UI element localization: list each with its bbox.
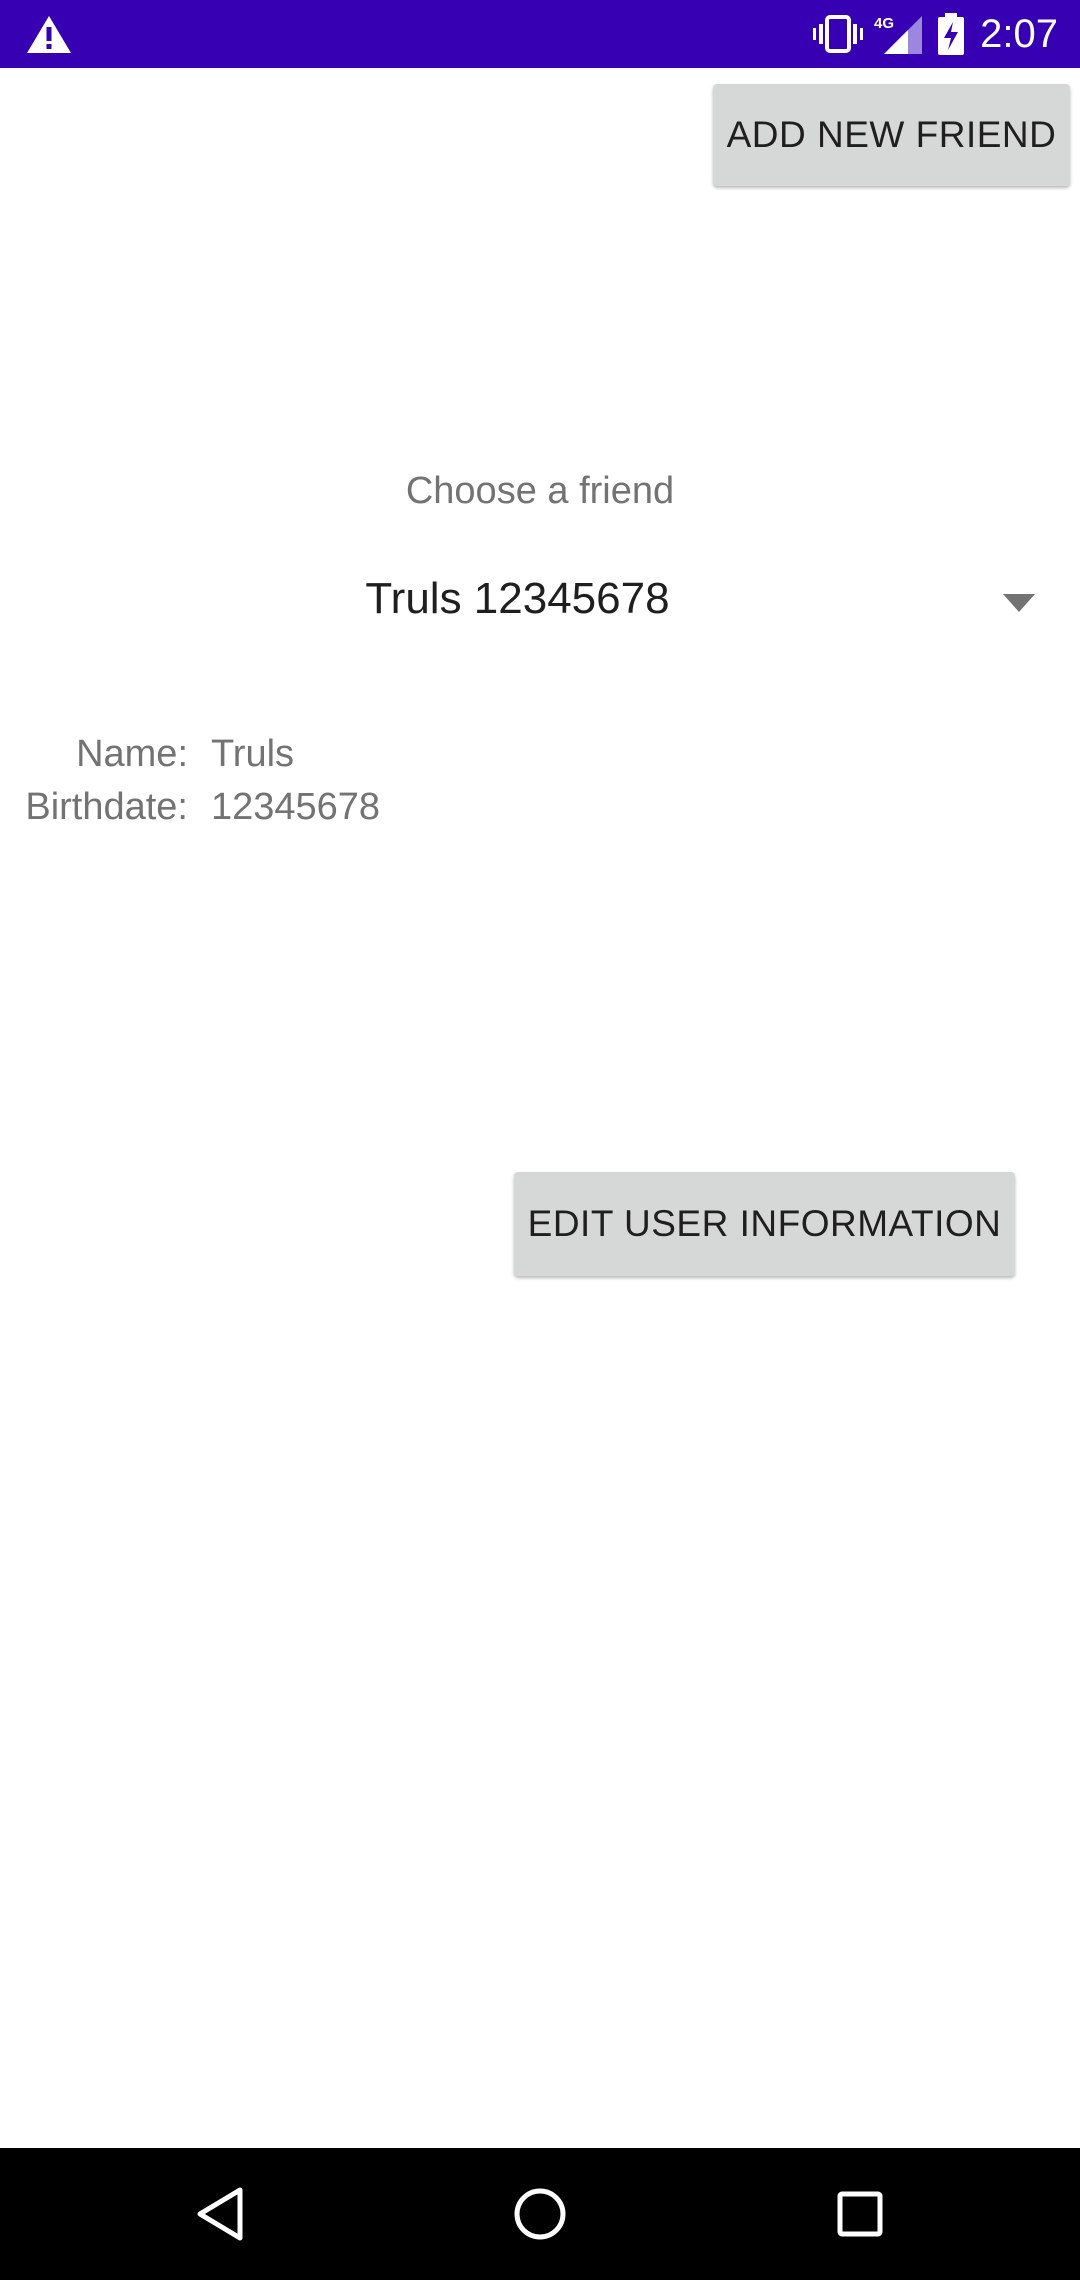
birthdate-value: 12345678 [211,786,381,828]
dropdown-arrow-icon [1003,594,1035,612]
recents-icon [837,2191,883,2237]
name-label: Name: [76,733,188,775]
recents-button[interactable] [828,2182,892,2246]
status-bar: 4G 2:07 [0,0,1080,68]
clock: 2:07 [980,11,1058,56]
signal-4g-icon: 4G [874,15,923,54]
back-icon [197,2187,243,2241]
navigation-bar [0,2148,1080,2280]
birthdate-label: Birthdate: [25,786,188,828]
warning-icon [27,16,71,53]
battery-charging-icon [938,13,965,55]
friend-spinner[interactable]: Truls 12345678 [0,570,1080,642]
choose-friend-label: Choose a friend [405,470,675,512]
home-icon [514,2188,566,2240]
home-button[interactable] [508,2182,572,2246]
vibrate-icon [813,15,864,53]
back-button[interactable] [188,2182,252,2246]
selected-friend: Truls 12345678 [365,574,670,623]
add-new-friend-button[interactable]: ADD NEW FRIEND [713,84,1070,186]
status-icons: 4G 2:07 [812,0,1058,68]
network-type-label: 4G [874,15,894,32]
name-value: Truls [211,733,295,775]
edit-user-information-button[interactable]: EDIT USER INFORMATION [514,1172,1015,1276]
